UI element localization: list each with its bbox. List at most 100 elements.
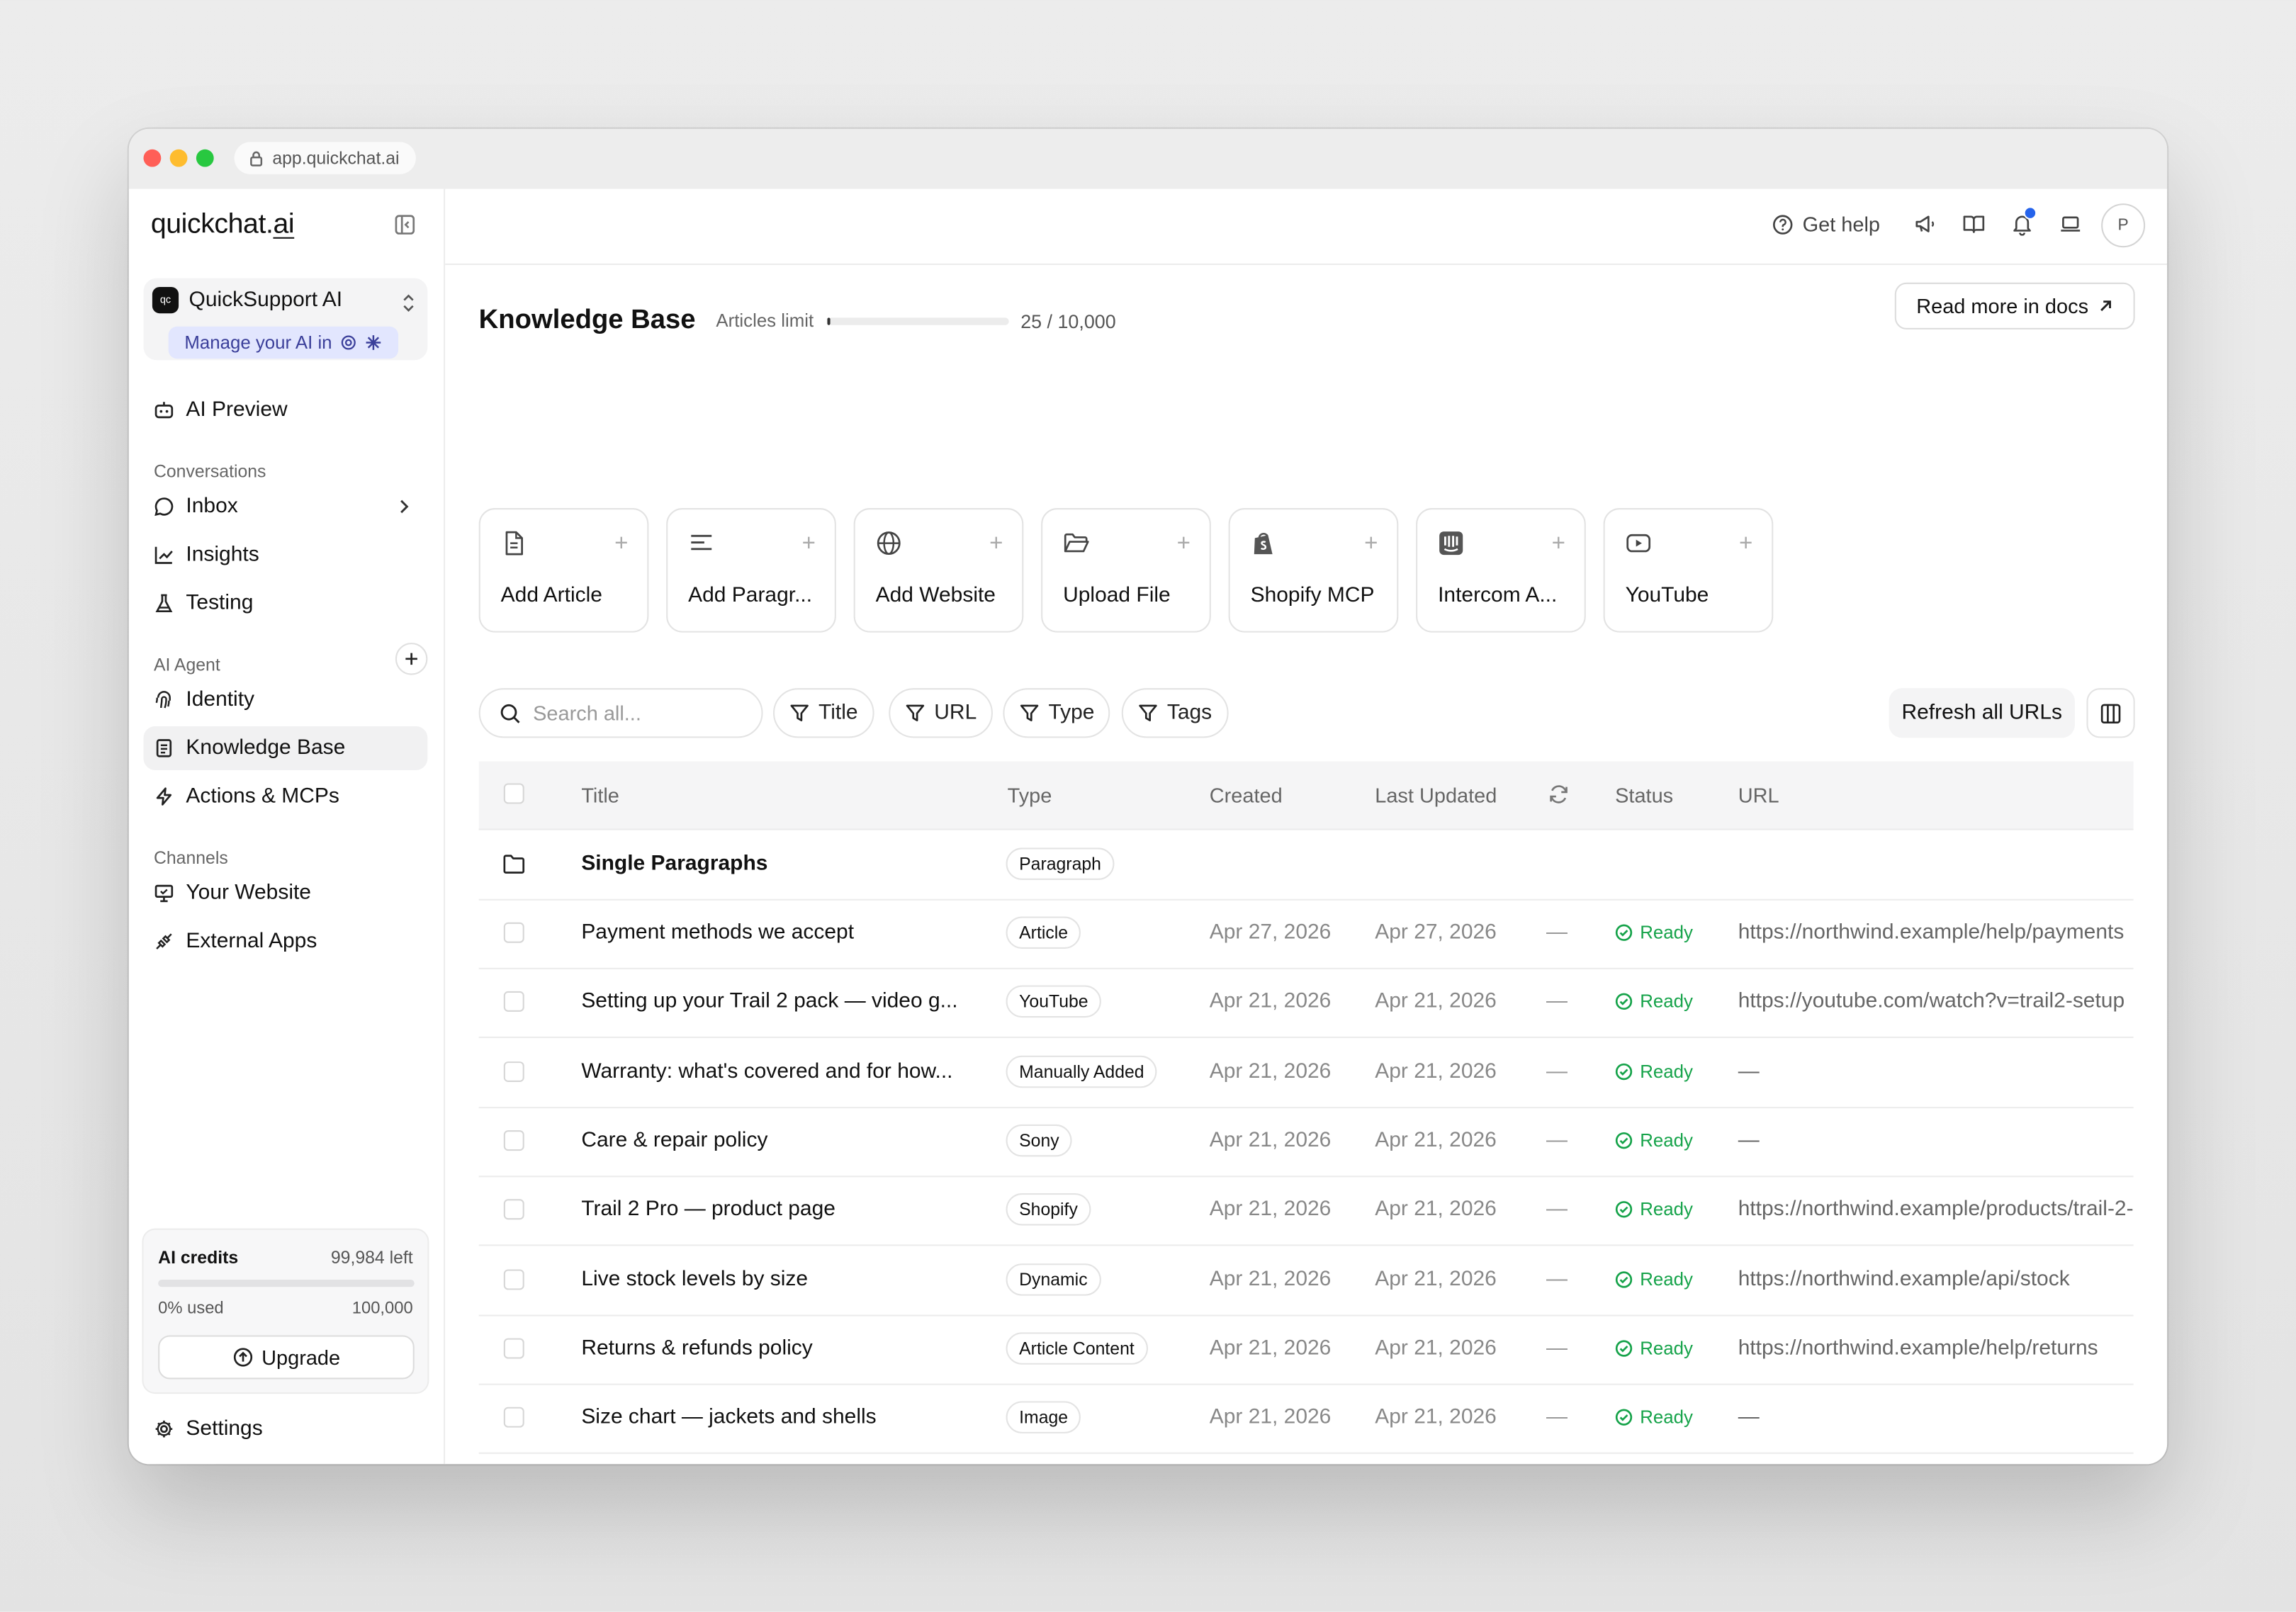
- gear-icon: [154, 1419, 174, 1439]
- card-label: Add Article: [500, 584, 602, 608]
- row-checkbox[interactable]: [503, 1061, 524, 1082]
- row-checkbox[interactable]: [503, 1338, 524, 1359]
- row-url[interactable]: —: [1738, 1406, 1760, 1429]
- refresh-icon[interactable]: [1548, 783, 1570, 805]
- sidebar-item-insights[interactable]: Insights: [143, 533, 427, 577]
- search-input[interactable]: Search all...: [478, 688, 763, 738]
- user-avatar[interactable]: P: [2101, 203, 2146, 248]
- row-url[interactable]: https://northwind.example/api/stock: [1738, 1267, 2070, 1290]
- table-row[interactable]: Payment methods we accept Article Apr 27, …: [478, 899, 2134, 969]
- status-badge: Ready: [1615, 1061, 1693, 1081]
- shopify-mcp-card[interactable]: + Shopify MCP: [1228, 508, 1399, 633]
- row-url[interactable]: —: [1738, 1059, 1760, 1083]
- read-more-docs-button[interactable]: Read more in docs: [1894, 282, 2135, 329]
- sidebar-item-external-apps[interactable]: External Apps: [143, 920, 427, 964]
- table-row[interactable]: Care & repair policy Sony Apr 21, 2026 Apr …: [478, 1107, 2134, 1178]
- table-row[interactable]: Trail 2 Pro — product page Shopify Apr 21,…: [478, 1176, 2134, 1246]
- add-website-card[interactable]: + Add Website: [853, 508, 1024, 633]
- table-row[interactable]: Live stock levels by size Dynamic Apr 21, …: [478, 1245, 2134, 1316]
- row-title[interactable]: Setting up your Trail 2 pack — video g..…: [581, 990, 957, 1013]
- row-checkbox[interactable]: [503, 1268, 524, 1290]
- row-title[interactable]: Payment methods we accept: [581, 921, 854, 945]
- sidebar-item-inbox[interactable]: Inbox: [143, 485, 427, 529]
- sidebar-item-knowledge-base[interactable]: Knowledge Base: [143, 726, 428, 770]
- row-updated: Apr 21, 2026: [1375, 1059, 1497, 1083]
- minimize-window-button[interactable]: [169, 149, 188, 167]
- row-refresh: —: [1546, 1197, 1568, 1222]
- refresh-all-urls-button[interactable]: Refresh all URLs: [1889, 688, 2075, 738]
- arrow-up-circle-icon: [232, 1347, 253, 1368]
- filter-title-button[interactable]: Title: [773, 688, 874, 738]
- row-title[interactable]: Warranty: what's covered and for how...: [581, 1059, 952, 1083]
- collapse-sidebar-icon[interactable]: [394, 214, 416, 236]
- plus-icon: +: [989, 531, 1003, 557]
- status-label: Ready: [1640, 1129, 1693, 1151]
- row-updated: Apr 21, 2026: [1375, 1267, 1497, 1291]
- columns-button[interactable]: [2086, 688, 2135, 738]
- check-circle-icon: [1615, 1339, 1633, 1357]
- table-row[interactable]: Setting up your Trail 2 pack — video g..…: [478, 968, 2134, 1039]
- header-status[interactable]: Status: [1615, 783, 1673, 806]
- row-url[interactable]: https://northwind.example/products/trail…: [1738, 1198, 2134, 1222]
- header-type[interactable]: Type: [1008, 783, 1052, 806]
- add-article-card[interactable]: + Add Article: [478, 508, 649, 633]
- workspace-switcher[interactable]: qc QuickSupport AI Manage your AI in: [143, 278, 428, 361]
- upload-file-card[interactable]: + Upload File: [1041, 508, 1211, 633]
- youtube-card[interactable]: + YouTube: [1603, 508, 1774, 633]
- megaphone-icon[interactable]: [1914, 213, 1937, 236]
- articles-limit-bar: [827, 317, 1009, 325]
- address-bar[interactable]: app.quickchat.ai: [234, 142, 416, 174]
- group-row[interactable]: Single Paragraphs Paragraph: [478, 830, 2134, 901]
- laptop-icon[interactable]: [2059, 213, 2082, 236]
- row-title[interactable]: Returns & refunds policy: [581, 1336, 812, 1360]
- sidebar-item-settings[interactable]: Settings: [143, 1407, 263, 1451]
- sidebar-item-identity[interactable]: Identity: [143, 678, 427, 722]
- row-title[interactable]: Live stock levels by size: [581, 1267, 808, 1290]
- select-all-checkbox[interactable]: [503, 783, 524, 804]
- address-url: app.quickchat.ai: [272, 147, 400, 169]
- header-created[interactable]: Created: [1210, 783, 1283, 806]
- header-title[interactable]: Title: [581, 783, 619, 806]
- get-help-button[interactable]: Get help: [1772, 213, 1880, 236]
- table-row[interactable]: Returns & refunds policy Article Content A…: [478, 1314, 2134, 1385]
- quickchat-logo[interactable]: quickchat.ai: [151, 209, 295, 241]
- maximize-window-button[interactable]: [196, 149, 214, 167]
- upgrade-button[interactable]: Upgrade: [158, 1335, 415, 1380]
- header-url[interactable]: URL: [1738, 783, 1779, 806]
- manage-ai-link[interactable]: Manage your AI in: [168, 326, 398, 359]
- filter-type-button[interactable]: Type: [1003, 688, 1111, 738]
- sidebar-item-testing[interactable]: Testing: [143, 581, 427, 625]
- credits-used: 0% used: [158, 1300, 224, 1318]
- row-url[interactable]: https://northwind.example/help/payments: [1738, 921, 2125, 945]
- sidebar-item-your-website[interactable]: Your Website: [143, 871, 427, 915]
- intercom-card[interactable]: + Intercom A...: [1416, 508, 1586, 633]
- row-checkbox[interactable]: [503, 991, 524, 1013]
- filter-tags-button[interactable]: Tags: [1121, 688, 1228, 738]
- row-title[interactable]: Size chart — jackets and shells: [581, 1406, 876, 1429]
- ai-credits-panel: AI credits 99,984 left 0% used 100,000 U…: [142, 1228, 429, 1394]
- row-checkbox[interactable]: [503, 1407, 524, 1428]
- row-checkbox[interactable]: [503, 922, 524, 943]
- header-last-updated[interactable]: Last Updated: [1375, 783, 1497, 806]
- file-icon: [501, 530, 527, 556]
- sidebar-item-ai-preview[interactable]: AI Preview: [143, 388, 427, 432]
- row-url[interactable]: —: [1738, 1129, 1760, 1152]
- filter-url-button[interactable]: URL: [889, 688, 993, 738]
- row-title[interactable]: Trail 2 Pro — product page: [581, 1198, 835, 1222]
- row-checkbox[interactable]: [503, 1129, 524, 1151]
- sidebar-item-actions[interactable]: Actions & MCPs: [143, 774, 427, 818]
- close-window-button[interactable]: [143, 149, 162, 167]
- row-url[interactable]: https://northwind.example/help/returns: [1738, 1336, 2098, 1360]
- table-row[interactable]: Warranty: what's covered and for how... M…: [478, 1037, 2134, 1108]
- add-agent-button[interactable]: [395, 643, 428, 675]
- type-badge: Sony: [1006, 1124, 1073, 1157]
- row-url[interactable]: https://youtube.com/watch?v=trail2-setup: [1738, 990, 2125, 1013]
- row-updated: Apr 21, 2026: [1375, 1336, 1497, 1360]
- table-row[interactable]: Size chart — jackets and shells Image Apr …: [478, 1384, 2134, 1455]
- row-title[interactable]: Care & repair policy: [581, 1129, 767, 1152]
- table-row[interactable]: Shipping destinations and delivery times…: [479, 1453, 2134, 1465]
- row-checkbox[interactable]: [503, 1199, 524, 1220]
- row-updated: Apr 21, 2026: [1375, 1197, 1497, 1222]
- book-icon[interactable]: [1962, 213, 1986, 236]
- add-paragraph-card[interactable]: + Add Paragr...: [666, 508, 836, 633]
